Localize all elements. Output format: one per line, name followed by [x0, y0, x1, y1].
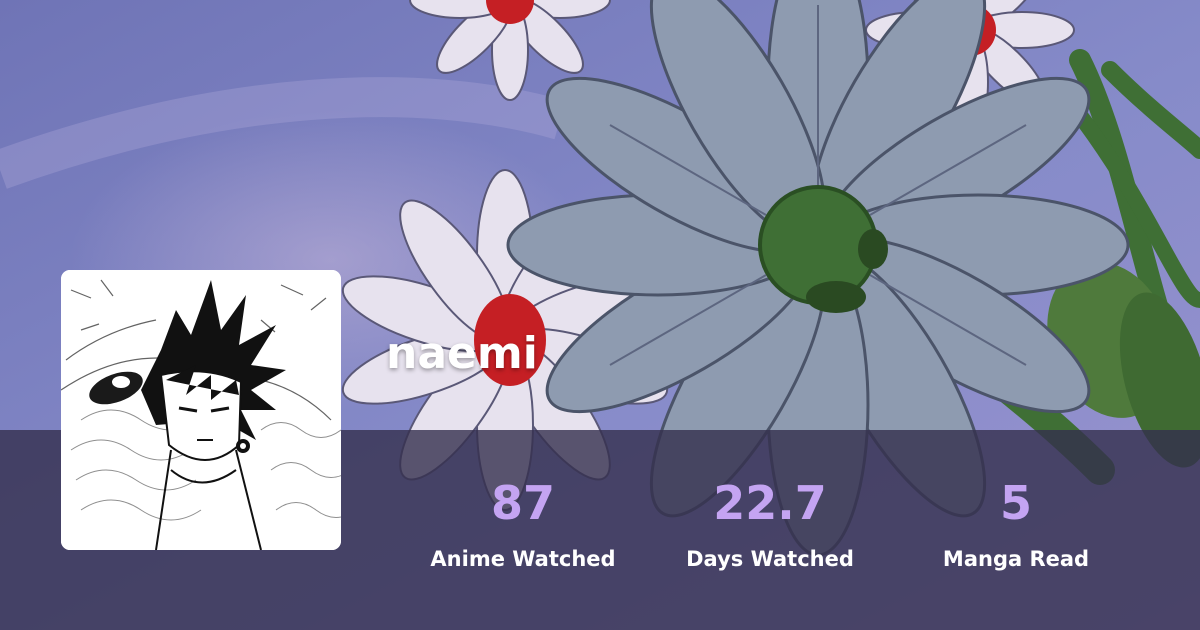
character-portrait-icon	[61, 270, 341, 550]
username: naemi	[386, 328, 538, 379]
stat-value: 5	[999, 476, 1032, 530]
avatar[interactable]	[61, 270, 341, 550]
stat-label: Anime Watched	[430, 547, 616, 571]
stat-anime-watched: 87 Anime Watched	[403, 474, 643, 572]
stat-label: Manga Read	[942, 547, 1090, 571]
stat-manga-read: 5 Manga Read	[896, 474, 1136, 572]
stat-days-watched: 22.7 Days Watched	[650, 474, 890, 572]
stat-label: Days Watched	[686, 547, 854, 571]
stat-value: 22.7	[713, 476, 827, 530]
stat-value: 87	[490, 476, 555, 530]
